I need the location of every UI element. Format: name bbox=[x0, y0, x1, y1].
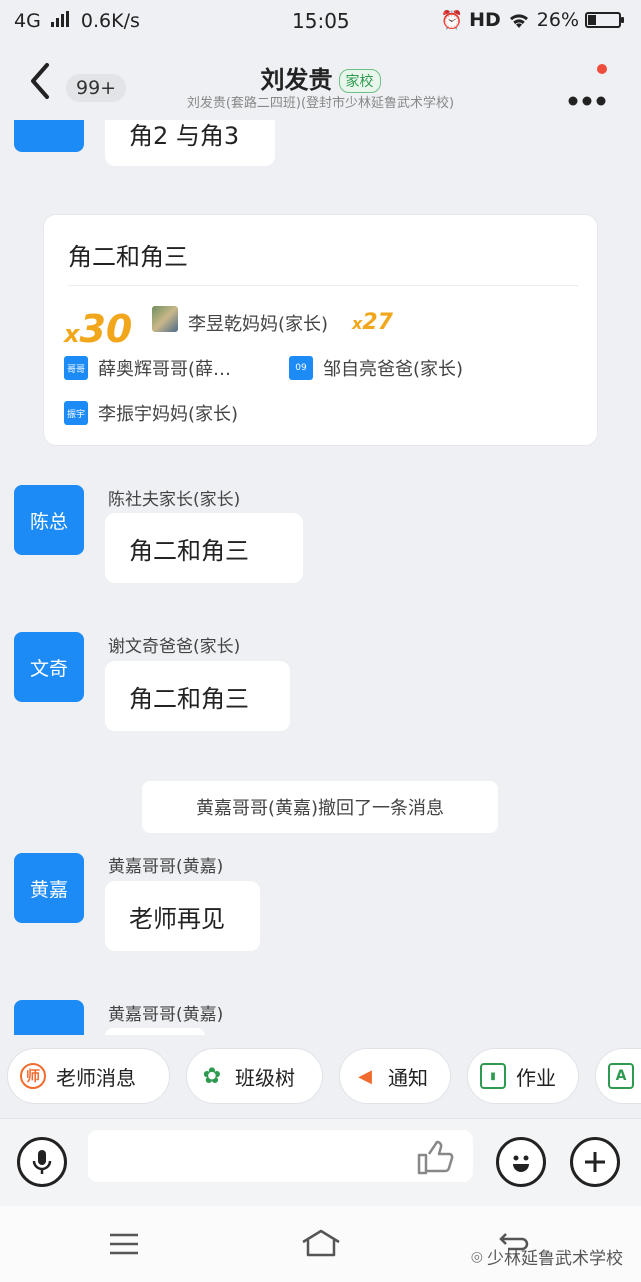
more-button[interactable] bbox=[568, 80, 608, 115]
message-bubble[interactable]: 老师再见 bbox=[105, 881, 260, 951]
wifi-icon bbox=[509, 14, 528, 28]
voice-button[interactable] bbox=[17, 1137, 67, 1187]
battery-fill bbox=[588, 15, 596, 25]
home-school-tag: 家校 bbox=[338, 69, 381, 93]
shortcut-notice[interactable]: ◀ 通知 bbox=[339, 1048, 451, 1104]
avatar[interactable] bbox=[14, 120, 84, 152]
avatar[interactable]: 陈总 bbox=[14, 485, 84, 555]
recall-notice: 黄嘉哥哥(黄嘉)撤回了一条消息 bbox=[142, 781, 498, 833]
add-text-icon: A bbox=[608, 1063, 634, 1089]
message-text: 角2 与角3 bbox=[129, 121, 240, 150]
message-bubble[interactable]: 角2 与角3 bbox=[105, 120, 275, 166]
home-button[interactable] bbox=[300, 1228, 342, 1262]
clipped-region-bottom: 黄嘉 黄嘉哥哥(黄嘉) bbox=[0, 995, 641, 1035]
battery-icon bbox=[585, 12, 624, 28]
divider bbox=[68, 285, 578, 286]
avatar[interactable]: 黄嘉 bbox=[14, 853, 84, 923]
tree-icon: ✿ bbox=[202, 1063, 222, 1089]
network-info: 4G 0.6K/s bbox=[14, 10, 140, 32]
message-bubble[interactable] bbox=[105, 1028, 205, 1035]
chat-title: 刘发贵 家校 bbox=[0, 60, 641, 95]
avatar[interactable]: 黄嘉 bbox=[14, 1000, 84, 1035]
contact-name: 刘发贵 bbox=[260, 66, 333, 94]
card-title: 角二和角三 bbox=[68, 243, 188, 271]
sender-name: 谢文奇爸爸(家长) bbox=[108, 637, 241, 657]
count-value: 30 bbox=[79, 307, 133, 351]
network-speed: 0.6K/s bbox=[80, 10, 140, 32]
network-type: 4G bbox=[14, 10, 41, 32]
like-button[interactable] bbox=[415, 1138, 455, 1180]
member-item: 振宇 李振宇妈妈(家长) bbox=[64, 400, 238, 426]
signal-icon bbox=[50, 11, 69, 27]
teacher-icon: 师 bbox=[20, 1063, 46, 1089]
notification-dot bbox=[597, 64, 607, 74]
member-item: 哥哥 薛奥辉哥哥(薛… bbox=[64, 355, 231, 381]
sender-name: 黄嘉哥哥(黄嘉) bbox=[108, 1005, 224, 1025]
smiley-icon bbox=[513, 1155, 529, 1172]
leader-name: 李昱乾妈妈(家长) bbox=[188, 314, 329, 335]
shortcut-teacher-messages[interactable]: 师 老师消息 bbox=[7, 1048, 170, 1104]
plus-icon bbox=[585, 1152, 605, 1172]
message-bubble[interactable]: 角二和角三 bbox=[105, 513, 303, 583]
member-name: 邹自亮爸爸(家长) bbox=[323, 359, 464, 380]
battery-percent: 26% bbox=[536, 9, 579, 31]
wechat-icon: ◎ bbox=[470, 1248, 483, 1265]
avatar[interactable]: 文奇 bbox=[14, 632, 84, 702]
shortcut-homework[interactable]: ▮ 作业 bbox=[467, 1048, 579, 1104]
more-dots-icon bbox=[568, 96, 606, 106]
notebook-icon: ▮ bbox=[480, 1063, 506, 1089]
shortcut-label: 老师消息 bbox=[56, 1065, 136, 1090]
home-icon bbox=[302, 1229, 340, 1257]
message-text: 角二和角三 bbox=[129, 536, 249, 565]
emoji-button[interactable] bbox=[496, 1137, 546, 1187]
count-prefix: x bbox=[64, 320, 80, 348]
alarm-icon: ⏰ bbox=[440, 9, 464, 31]
leader-count-value: 27 bbox=[362, 310, 393, 335]
status-right: ⏰ HD 26% bbox=[440, 9, 624, 31]
hd-label: HD bbox=[469, 9, 501, 31]
chat-subtitle: 刘发贵(套路二四班)(登封市少林延鲁武术学校) bbox=[186, 96, 455, 111]
shortcut-label: 通知 bbox=[388, 1065, 428, 1090]
clipped-region-top: 角2 与角3 bbox=[0, 120, 641, 170]
member-name: 李振宇妈妈(家长) bbox=[98, 404, 239, 425]
megaphone-icon: ◀ bbox=[358, 1065, 372, 1087]
sender-name: 陈社夫家长(家长) bbox=[108, 490, 241, 510]
sender-name: 黄嘉哥哥(黄嘉) bbox=[108, 857, 224, 877]
menu-button[interactable] bbox=[108, 1232, 140, 1260]
status-bar: 4G 0.6K/s 15:05 ⏰ HD 26% bbox=[0, 0, 641, 42]
watermark: ◎ 少林延鲁武术学校 bbox=[470, 1244, 623, 1270]
shortcut-class-tree[interactable]: ✿ 班级树 bbox=[186, 1048, 323, 1104]
microphone-icon bbox=[32, 1150, 52, 1174]
watermark-text: 少林延鲁武术学校 bbox=[487, 1249, 623, 1269]
member-name: 薛奥辉哥哥(薛… bbox=[98, 359, 232, 380]
message-text: 老师再见 bbox=[129, 904, 225, 933]
member-item: 09 邹自亮爸爸(家长) bbox=[289, 355, 463, 381]
member-avatar: 振宇 bbox=[64, 401, 88, 425]
leader-count: x27 bbox=[352, 310, 393, 335]
leader-count-prefix: x bbox=[352, 314, 363, 333]
shortcut-label: 作业 bbox=[516, 1065, 556, 1090]
member-avatar: 哥哥 bbox=[64, 356, 88, 380]
leader-avatar bbox=[152, 306, 178, 332]
member-avatar: 09 bbox=[289, 356, 313, 380]
shortcut-label: 班级树 bbox=[235, 1065, 295, 1090]
reply-count: x30 bbox=[64, 307, 132, 351]
message-text: 角二和角三 bbox=[129, 684, 249, 713]
thumbs-up-icon bbox=[417, 1140, 454, 1175]
plus-button[interactable] bbox=[570, 1137, 620, 1187]
message-bubble[interactable]: 角二和角三 bbox=[105, 661, 290, 731]
menu-icon bbox=[110, 1233, 138, 1255]
clock: 15:05 bbox=[292, 9, 350, 33]
